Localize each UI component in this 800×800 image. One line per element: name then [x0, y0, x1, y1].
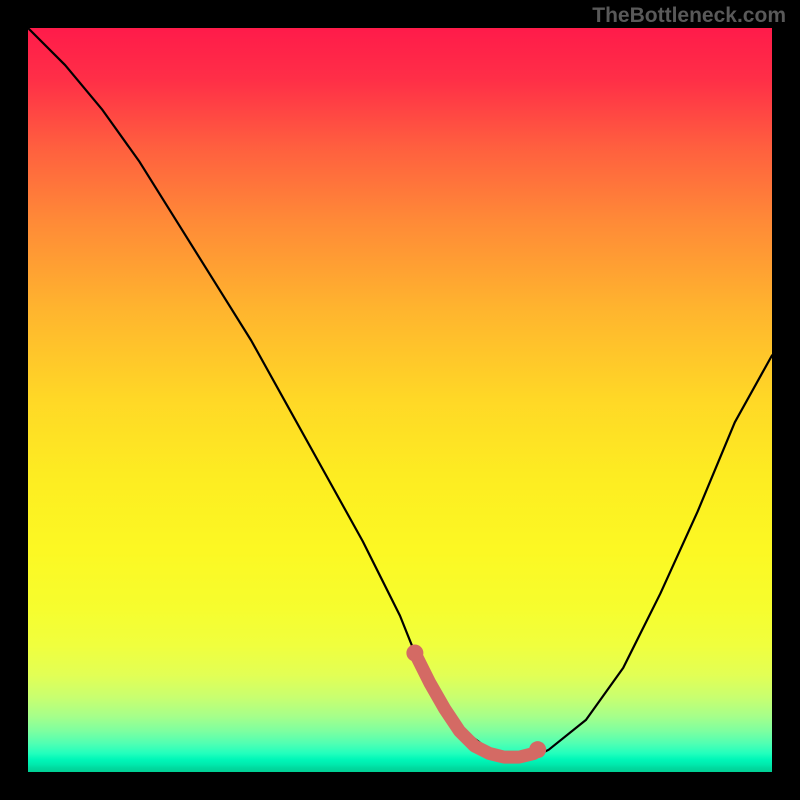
chart-svg [28, 28, 772, 772]
series-layer [28, 28, 772, 758]
curve-highlight [415, 653, 534, 757]
curve-main [28, 28, 772, 757]
chart-container: TheBottleneck.com [0, 0, 800, 800]
highlight-dot-0 [406, 644, 423, 661]
watermark-text: TheBottleneck.com [592, 4, 786, 28]
highlight-dot-1 [529, 741, 546, 758]
plot-area [28, 28, 772, 772]
